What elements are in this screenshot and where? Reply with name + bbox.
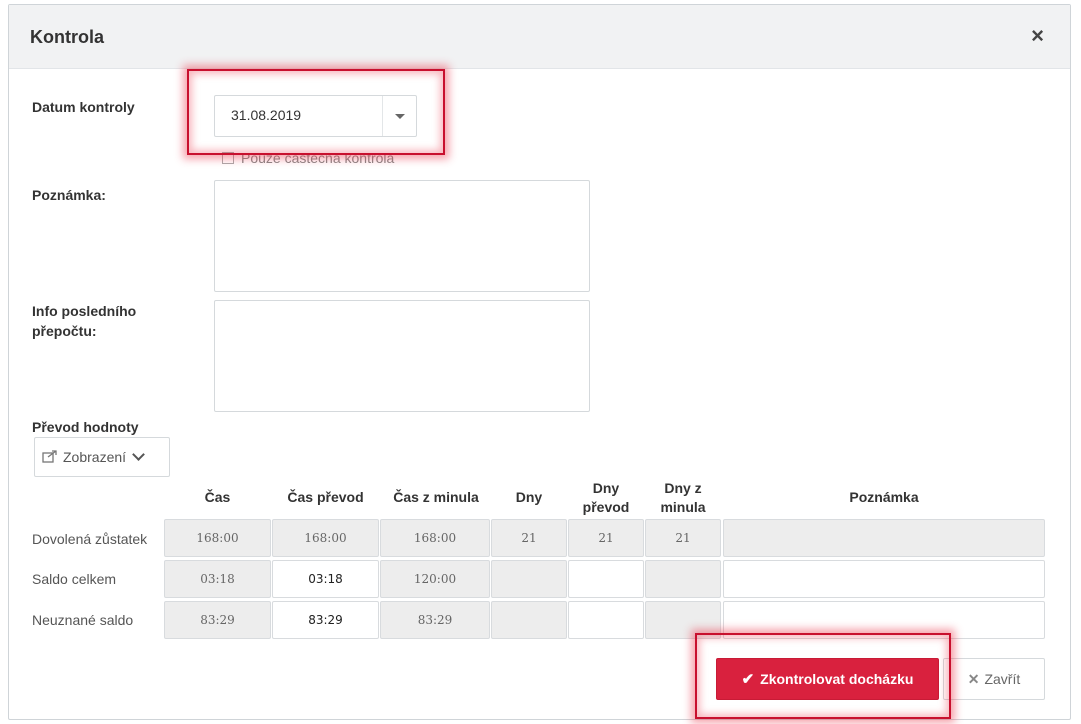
- header-dny: Dny: [515, 489, 543, 505]
- header-dny-prevod-2: převod: [582, 499, 630, 515]
- cell-saldo-dny: [491, 560, 567, 598]
- caret-down-icon: [395, 114, 405, 119]
- note-label: Poznámka:: [32, 187, 106, 203]
- date-picker[interactable]: 31.08.2019: [214, 95, 417, 137]
- cell-saldo-cas: 03:18: [164, 560, 271, 598]
- cell-saldo-cas-z-minula: 120:00: [380, 560, 490, 598]
- cell-dovolena-cas: 168:00: [164, 519, 271, 557]
- cell-saldo-cas-prevod-input[interactable]: 03:18: [272, 560, 379, 598]
- close-button-label: Zavřít: [984, 671, 1021, 687]
- cell-dovolena-cas-prevod: 168:00: [272, 519, 379, 557]
- check-attendance-label: Zkontrolovat docházku: [760, 671, 914, 687]
- close-button[interactable]: ✕ Zavřít: [943, 658, 1045, 700]
- header-dny-z-minula-2: minula: [660, 499, 706, 515]
- cell-neuznane-cas-z-minula: 83:29: [380, 601, 490, 639]
- row-label-saldo: Saldo celkem: [32, 571, 117, 587]
- date-label: Datum kontroly: [32, 99, 135, 115]
- info-label-line1: Info posledního: [32, 303, 137, 319]
- dialog-header: Kontrola ×: [9, 5, 1070, 69]
- header-dny-prevod-1: Dny: [592, 480, 620, 496]
- date-value[interactable]: 31.08.2019: [231, 107, 301, 123]
- cell-dovolena-dny-prevod: 21: [568, 519, 644, 557]
- kontrola-dialog: Kontrola × Datum kontroly 31.08.2019 Pou…: [8, 4, 1071, 720]
- header-cas: Čas: [204, 489, 231, 505]
- row-label-neuznane: Neuznané saldo: [32, 612, 134, 628]
- transfer-label: Převod hodnoty: [32, 419, 139, 435]
- cell-dovolena-dny: 21: [491, 519, 567, 557]
- cell-saldo-poznamka-input[interactable]: [723, 560, 1045, 598]
- close-icon: ✕: [967, 670, 980, 687]
- cell-neuznane-dny-z-minula: [645, 601, 721, 639]
- checkmark-icon: ✔: [741, 671, 755, 688]
- chevron-down-icon: [132, 448, 145, 461]
- cell-saldo-dny-z-minula: [645, 560, 721, 598]
- cell-neuznane-cas: 83:29: [164, 601, 271, 639]
- cell-dovolena-poznamka: [723, 519, 1045, 557]
- cell-saldo-dny-prevod-input[interactable]: [568, 560, 644, 598]
- partial-check-option[interactable]: Pouze částečná kontrola: [222, 150, 394, 166]
- display-dropdown-label: Zobrazení: [63, 449, 127, 465]
- cell-dovolena-cas-z-minula: 168:00: [380, 519, 490, 557]
- cell-neuznane-poznamka-input[interactable]: [723, 601, 1045, 639]
- cell-neuznane-dny: [491, 601, 567, 639]
- info-label-line2: přepočtu:: [32, 323, 97, 339]
- note-textarea[interactable]: [214, 180, 590, 292]
- dialog-title: Kontrola: [30, 27, 104, 47]
- header-cas-prevod: Čas převod: [287, 489, 364, 505]
- cell-neuznane-cas-prevod-input[interactable]: 83:29: [272, 601, 379, 639]
- check-attendance-button[interactable]: ✔ Zkontrolovat docházku: [716, 658, 939, 700]
- close-icon[interactable]: ×: [1031, 25, 1044, 47]
- header-dny-z-minula-1: Dny z: [664, 480, 702, 496]
- display-dropdown[interactable]: Zobrazení: [34, 437, 170, 477]
- partial-check-label: Pouze částečná kontrola: [241, 150, 395, 166]
- partial-check-checkbox[interactable]: [222, 152, 234, 164]
- info-textarea[interactable]: [214, 300, 590, 412]
- date-dropdown-toggle[interactable]: [382, 96, 416, 136]
- cell-neuznane-dny-prevod-input[interactable]: [568, 601, 644, 639]
- header-cas-z-minula: Čas z minula: [393, 489, 479, 505]
- row-label-dovolena: Dovolená zůstatek: [32, 531, 148, 547]
- header-poznamka: Poznámka: [849, 489, 919, 505]
- transfer-icon: [42, 450, 58, 464]
- cell-dovolena-dny-z-minula: 21: [645, 519, 721, 557]
